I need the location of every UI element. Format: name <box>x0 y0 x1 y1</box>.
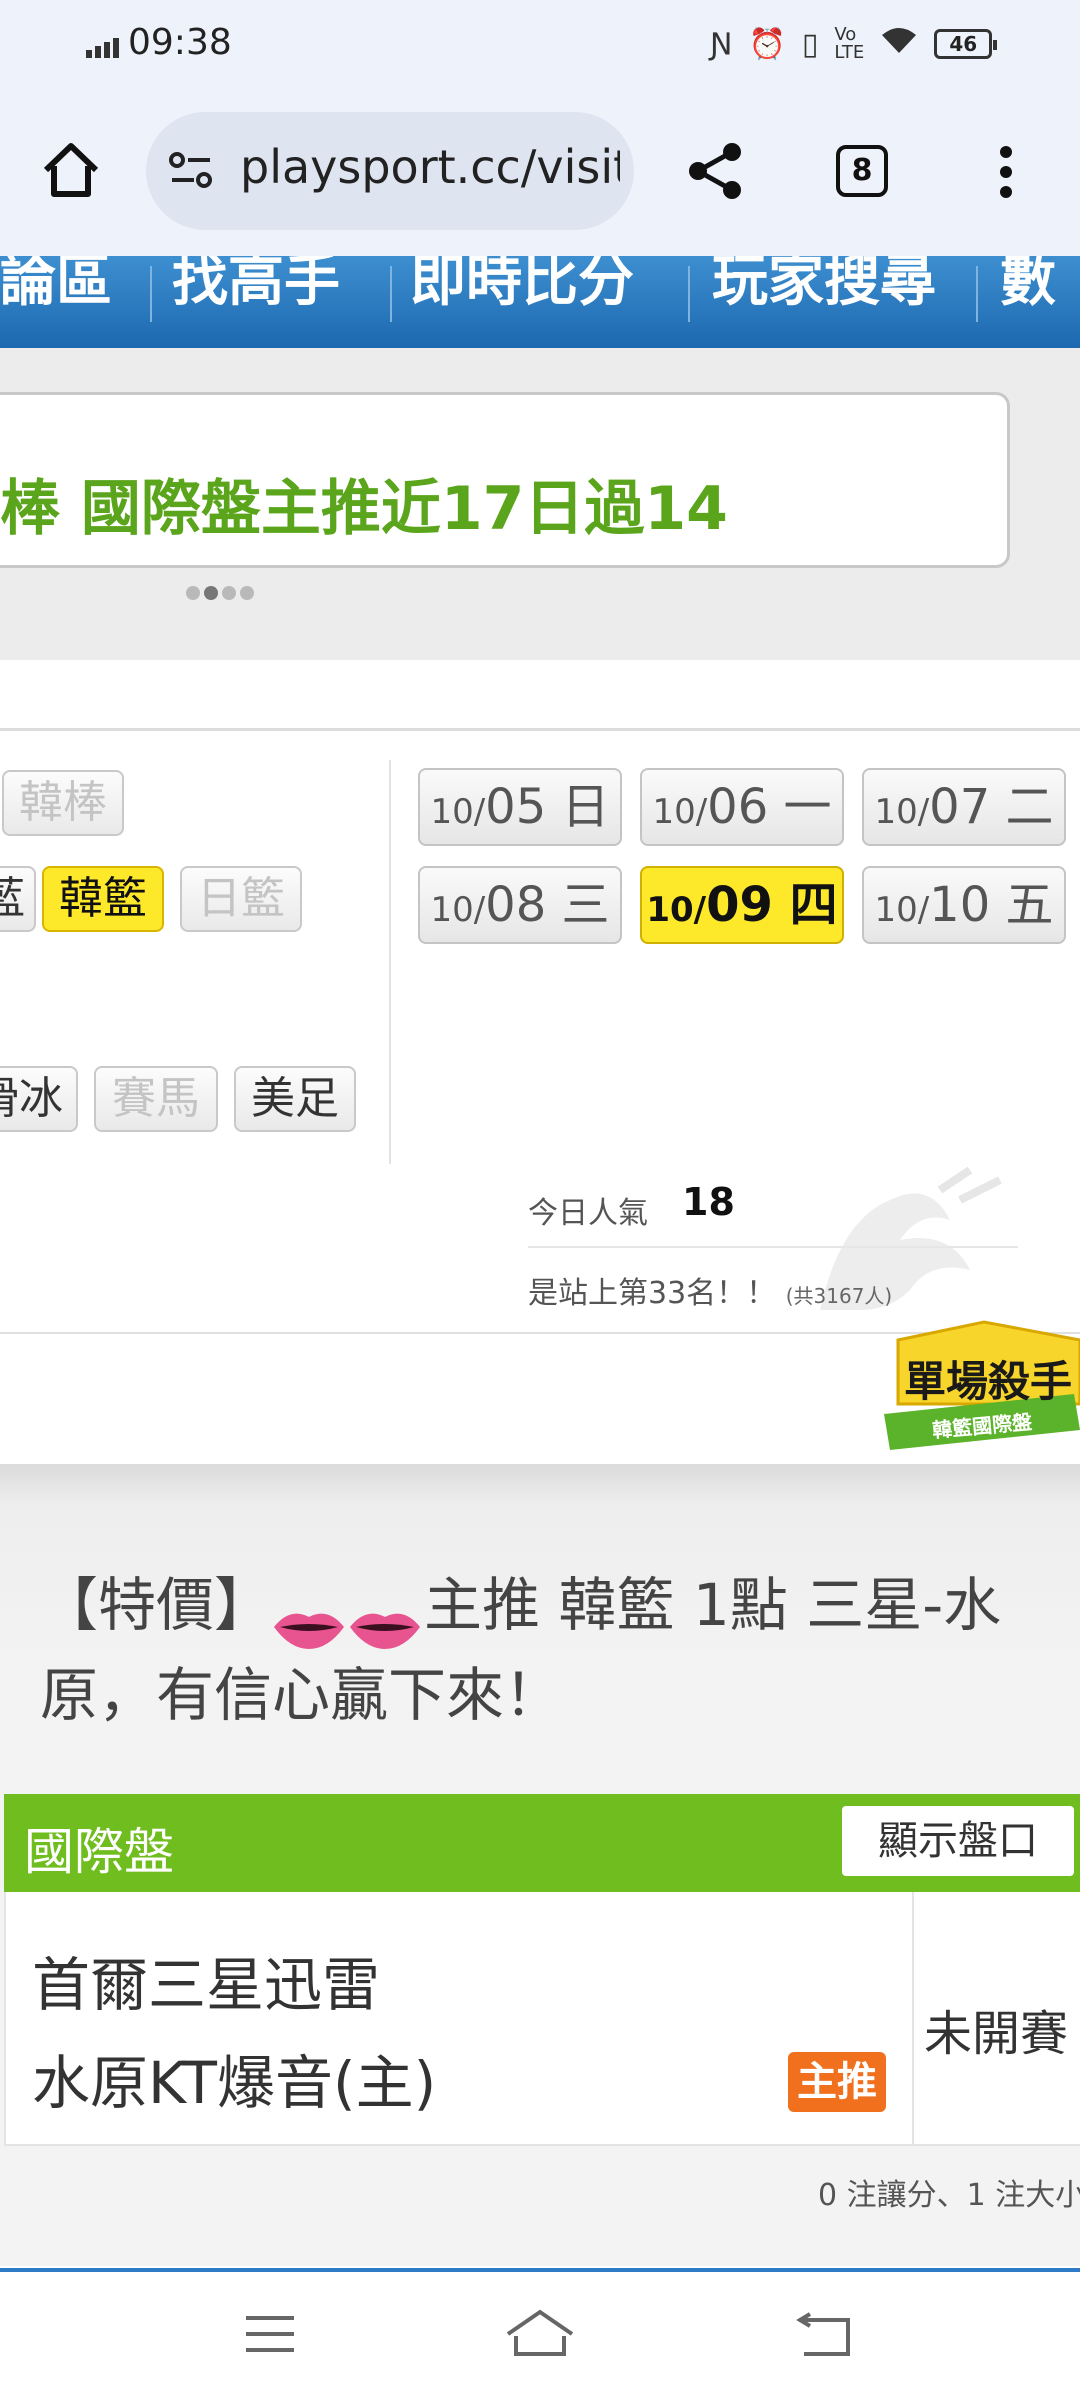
post-title: 【特價】 主推 韓籃 1點 三星-水原，有信心贏下來！ <box>40 1571 1002 1729</box>
date-button-1005[interactable]: 10/05 日 <box>418 768 622 846</box>
more-menu-icon[interactable] <box>996 144 1016 200</box>
date-button-1006[interactable]: 10/06 一 <box>640 768 844 846</box>
system-home-icon[interactable] <box>504 2308 576 2358</box>
nav-item-experts[interactable]: 找高手 <box>172 256 340 330</box>
status-time: 09:38 <box>128 22 232 63</box>
lips-icon <box>348 1586 422 1649</box>
sport-chip-horse-racing[interactable]: 賽馬 <box>94 1066 218 1132</box>
alarm-icon: ⏰ <box>748 26 786 62</box>
bet-stats: 0 注讓分、1 注大小 <box>818 2178 1080 2213</box>
popularity-value: 18 <box>682 1180 735 1224</box>
status-icons: Ɲ ⏰ ▯ Vo LTE 46 <box>710 24 998 64</box>
main-pick-tag: 主推 <box>788 2052 886 2112</box>
tab-switcher-button[interactable]: 8 <box>836 145 888 197</box>
site-nav: 論區 找高手 即時比分 玩家搜尋 數 <box>0 256 1080 348</box>
show-odds-button[interactable]: 顯示盤口 <box>842 1806 1074 1876</box>
nfc-icon: Ɲ <box>710 26 733 62</box>
battery-icon: 46 <box>934 29 998 59</box>
url-text[interactable]: playsport.cc/visit <box>240 140 620 194</box>
share-icon[interactable] <box>684 140 746 202</box>
match-status: 未開賽 <box>924 2006 1069 2062</box>
sport-chip-basketball[interactable]: 藍 <box>0 866 36 932</box>
popularity-label: 今日人氣 <box>528 1196 648 1231</box>
nav-item-data[interactable]: 數 <box>1000 256 1056 330</box>
signal-icon <box>86 38 122 58</box>
back-icon[interactable] <box>796 2312 852 2358</box>
team-home: 水原KT爆音(主) <box>32 2049 437 2117</box>
volte-icon: Vo LTE <box>834 24 865 63</box>
wifi-icon <box>880 25 918 63</box>
date-button-1008[interactable]: 10/08 三 <box>418 866 622 944</box>
sport-chip-ice-skating[interactable]: 滑冰 <box>0 1066 78 1132</box>
date-button-1009[interactable]: 10/09 四 <box>640 866 844 944</box>
home-icon[interactable] <box>40 140 102 200</box>
date-button-1010[interactable]: 10/10 五 <box>862 866 1066 944</box>
banner-text[interactable]: 棒 國際盤主推近17日過14 <box>0 460 728 547</box>
sport-chip-american-football[interactable]: 美足 <box>234 1066 356 1132</box>
lips-icon <box>272 1586 346 1649</box>
market-label: 國際盤 <box>24 1823 174 1881</box>
divider <box>528 1246 1018 1248</box>
single-match-killer-badge: 單場殺手 韓籃國際盤 <box>884 1318 1080 1458</box>
zigzag-divider <box>0 640 1080 664</box>
column-divider <box>389 760 391 1164</box>
menu-icon[interactable] <box>244 2314 296 2354</box>
sport-chip-korean-basketball[interactable]: 韓籃 <box>42 866 164 932</box>
nav-item-live-scores[interactable]: 即時比分 <box>410 256 634 330</box>
divider <box>0 728 1080 731</box>
carousel-dots <box>186 586 254 600</box>
date-button-1007[interactable]: 10/07 二 <box>862 768 1066 846</box>
nav-item-player-search[interactable]: 玩家搜尋 <box>712 256 936 330</box>
vibrate-icon: ▯ <box>801 26 819 62</box>
badge-title: 單場殺手 <box>904 1357 1073 1406</box>
sport-chip-japanese-basketball[interactable]: 日籃 <box>180 866 302 932</box>
rank-text: 是站上第33名！！ (共3167人) <box>528 1276 893 1311</box>
sport-chip-korean-baseball[interactable]: 韓棒 <box>2 770 124 836</box>
site-settings-icon[interactable] <box>168 150 214 190</box>
team-away: 首爾三星迅雷 <box>32 1951 381 2019</box>
nav-item-forum[interactable]: 論區 <box>0 256 112 330</box>
